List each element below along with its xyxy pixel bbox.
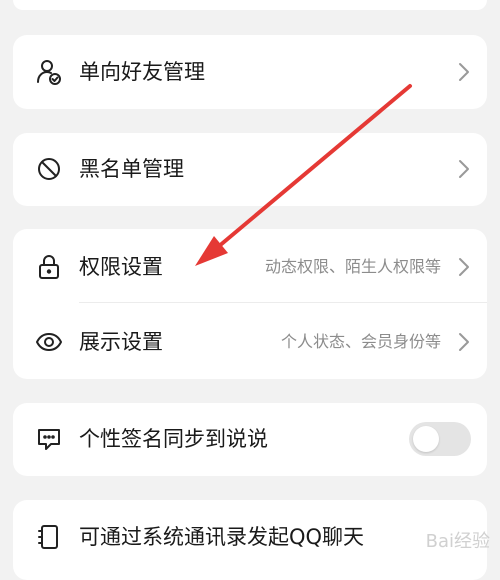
eye-icon [35, 328, 63, 356]
display-row[interactable]: 展示设置 个人状态、会员身份等 [13, 304, 487, 379]
top-card-partial [13, 0, 487, 10]
oneway-friends-card: 单向好友管理 [13, 35, 487, 109]
chevron-right-icon [457, 256, 471, 278]
permissions-hint: 动态权限、陌生人权限等 [264, 257, 441, 276]
signature-sync-card: 个性签名同步到说说 [13, 403, 487, 476]
lock-icon [35, 253, 63, 281]
oneway-friends-label: 单向好友管理 [79, 60, 205, 84]
contacts-book-icon [35, 523, 63, 551]
block-icon [35, 155, 63, 183]
chevron-right-icon [457, 331, 471, 353]
signature-sync-row: 个性签名同步到说说 [13, 403, 487, 476]
toggle-knob [413, 426, 439, 452]
signature-sync-toggle[interactable] [409, 422, 471, 456]
signature-sync-label: 个性签名同步到说说 [79, 427, 268, 451]
chevron-right-icon [457, 158, 471, 180]
display-label: 展示设置 [79, 330, 163, 354]
chevron-right-icon [457, 61, 471, 83]
divider [79, 302, 487, 303]
blacklist-row[interactable]: 黑名单管理 [13, 133, 487, 206]
person-check-icon [35, 58, 63, 86]
contacts-chat-label: 可通过系统通讯录发起QQ聊天 [79, 525, 365, 549]
blacklist-card: 黑名单管理 [13, 133, 487, 206]
watermark: Bai经验 [425, 531, 490, 552]
oneway-friends-row[interactable]: 单向好友管理 [13, 35, 487, 109]
blacklist-label: 黑名单管理 [79, 157, 184, 181]
privacy-settings-card: 权限设置 动态权限、陌生人权限等 展示设置 个人状态、会员身份等 [13, 229, 487, 379]
contacts-chat-card: 可通过系统通讯录发起QQ聊天 [13, 500, 487, 580]
contacts-chat-row: 可通过系统通讯录发起QQ聊天 [13, 500, 487, 574]
permissions-label: 权限设置 [79, 255, 163, 279]
display-hint: 个人状态、会员身份等 [280, 332, 441, 351]
permissions-row[interactable]: 权限设置 动态权限、陌生人权限等 [13, 229, 487, 303]
chat-bubble-icon [35, 425, 63, 453]
